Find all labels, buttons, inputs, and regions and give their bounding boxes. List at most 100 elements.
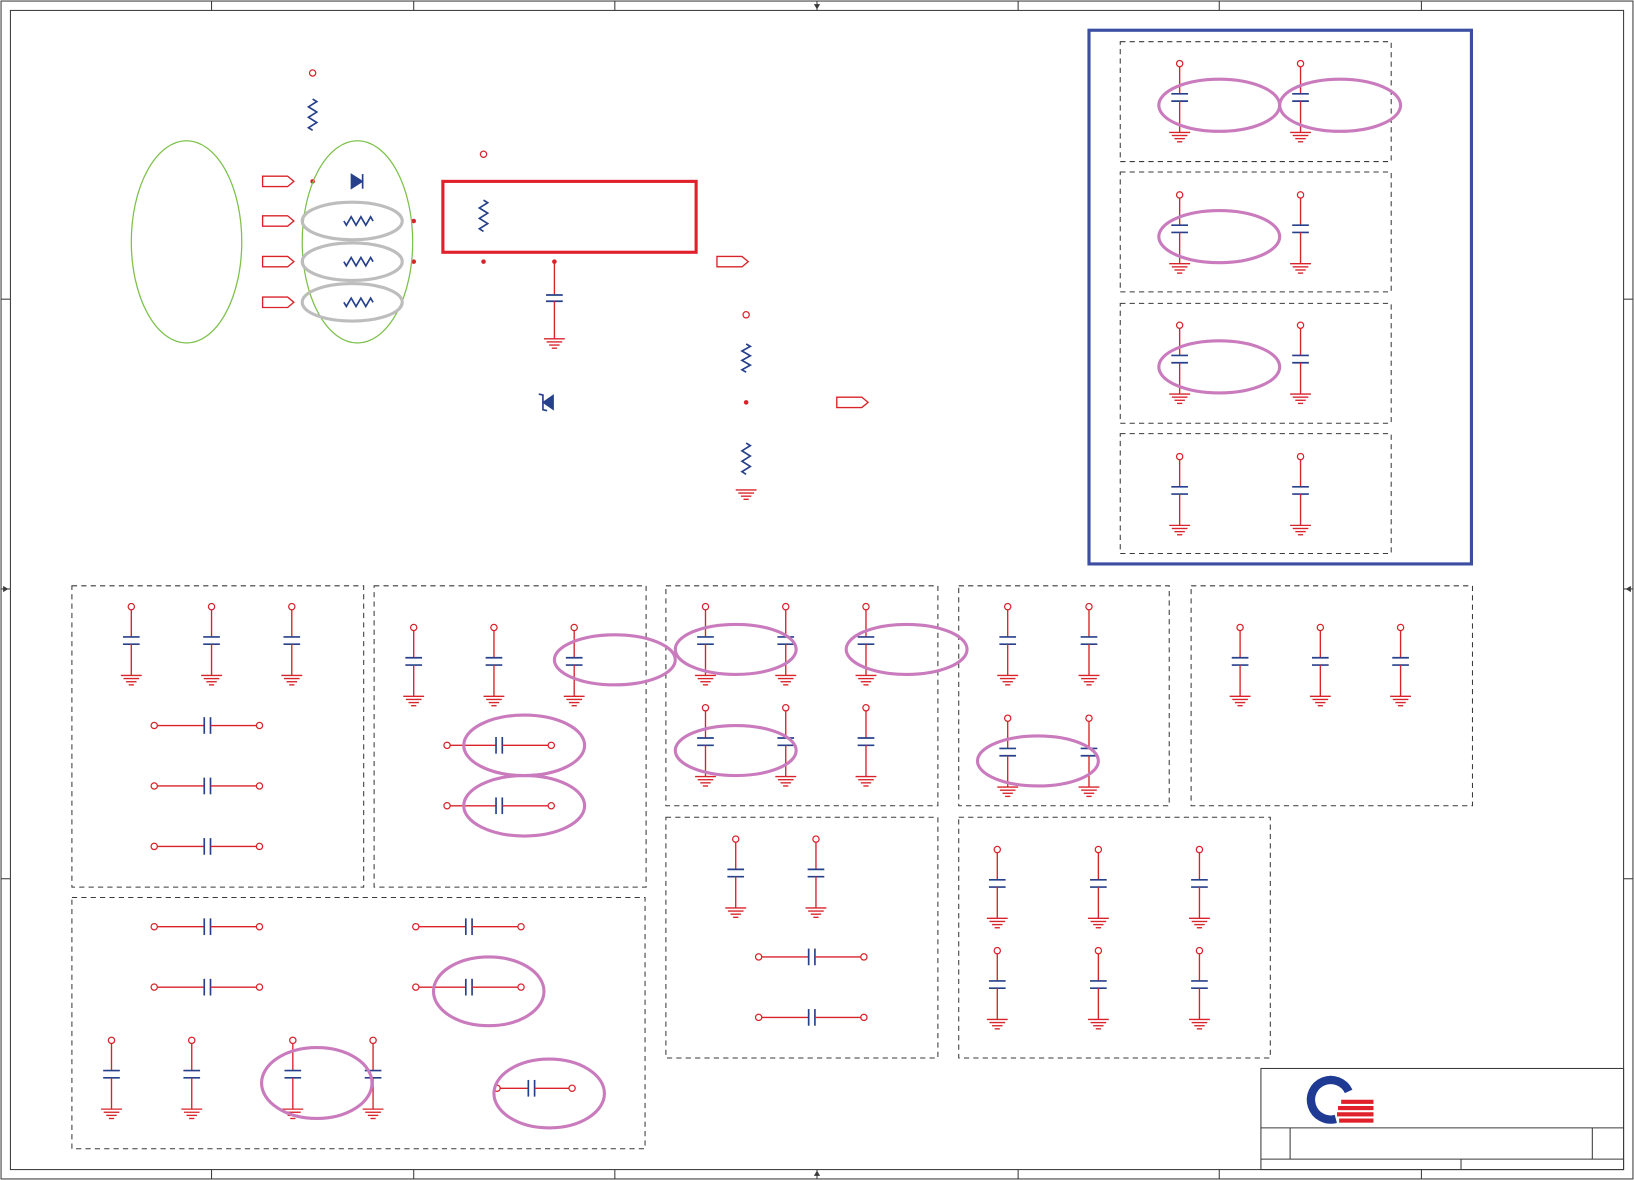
capacitor-icon <box>403 623 425 707</box>
highlight-ellipse-pink <box>1157 77 1282 133</box>
capacitor-icon <box>855 704 877 787</box>
junction-dot <box>552 259 557 264</box>
ground-icon <box>855 674 877 686</box>
ground-icon <box>997 786 1019 798</box>
section-box <box>958 816 1271 1059</box>
logo-stripe <box>1338 1105 1374 1111</box>
ground-icon <box>805 907 827 918</box>
power-node-icon <box>781 704 790 712</box>
ground-icon <box>1290 263 1311 274</box>
section-box <box>665 816 939 1059</box>
highlight-ellipse-green <box>130 140 243 344</box>
power-node-icon <box>1236 623 1244 632</box>
capacitor-icon <box>1290 191 1311 274</box>
ground-icon <box>775 674 797 686</box>
power-node-icon <box>1195 946 1204 955</box>
highlight-ellipse-pink <box>673 723 798 778</box>
section-box <box>71 585 365 888</box>
ground-icon <box>543 338 565 349</box>
power-node-icon <box>1396 623 1405 632</box>
diode-icon <box>350 173 364 190</box>
ground-icon <box>281 674 303 686</box>
highlight-ellipse-pink <box>975 734 1100 788</box>
power-node-icon <box>781 602 790 611</box>
ground-icon <box>1290 131 1311 143</box>
power-node-icon <box>993 845 1002 854</box>
diode-body <box>350 173 364 190</box>
capacitor-icon <box>725 835 747 918</box>
power-node-icon <box>289 1036 297 1045</box>
capacitor-icon <box>150 717 264 734</box>
capacitor-icon <box>412 918 525 936</box>
logo-stripe <box>1337 1112 1374 1117</box>
power-node-icon <box>1316 623 1325 632</box>
capacitor-icon <box>1290 59 1311 143</box>
power-node-icon <box>1085 714 1093 722</box>
resistor-icon <box>740 343 753 373</box>
power-node-icon <box>207 602 216 611</box>
center-arrow-right <box>1625 585 1631 593</box>
capacitor-icon <box>101 1036 122 1120</box>
capacitor-icon <box>775 602 797 686</box>
power-node-icon <box>127 602 136 611</box>
resistor-icon <box>306 98 319 132</box>
power-node-icon <box>255 983 264 991</box>
ground-icon <box>403 695 425 707</box>
junction-dot <box>481 259 486 264</box>
power-node-icon <box>812 835 820 843</box>
capacitor-icon <box>805 835 827 918</box>
schematic-sheet <box>0 0 1634 1180</box>
capacitor-icon <box>1290 452 1311 536</box>
highlight-ellipse-pink <box>673 622 798 676</box>
inner-border <box>9 9 1625 1171</box>
zener-diode-icon <box>538 393 554 412</box>
highlight-ellipse-pink <box>1278 77 1403 133</box>
highlight-ellipse-pink <box>1157 209 1282 265</box>
ground-icon <box>181 1108 203 1120</box>
ground-icon <box>1087 1018 1109 1030</box>
ground-icon <box>1169 131 1191 143</box>
highlight-ellipse-pink <box>431 955 546 1028</box>
resistor-icon <box>343 296 374 309</box>
power-node-icon <box>369 1036 377 1045</box>
power-node-icon <box>1296 452 1305 461</box>
ground-icon <box>101 1108 122 1120</box>
resistor-icon <box>477 199 490 233</box>
capacitor-icon <box>150 777 264 795</box>
capacitor-icon <box>1309 623 1331 707</box>
power-node-icon <box>1296 191 1305 199</box>
capacitor-icon <box>281 602 303 686</box>
power-node-icon <box>1094 946 1103 955</box>
power-node-icon <box>150 983 158 991</box>
capacitor-icon <box>1169 321 1191 405</box>
power-node-icon <box>1296 59 1305 68</box>
ground-icon <box>1290 393 1311 405</box>
capacitor-icon <box>1229 623 1251 707</box>
capacitor-banks <box>101 59 1411 1120</box>
ground-icon <box>695 674 716 686</box>
power-node-icon <box>412 983 420 991</box>
capacitor-icon <box>754 948 868 966</box>
power-node-icon <box>288 602 296 611</box>
capacitor-icon <box>1390 623 1411 707</box>
power-node-icon <box>701 602 710 611</box>
highlight-ellipse-pink <box>1157 339 1282 395</box>
center-arrow-top <box>813 4 821 10</box>
power-node-icon <box>517 922 525 931</box>
power-node-icon <box>490 623 498 632</box>
power-node-icon <box>731 835 740 843</box>
power-node-icon <box>1003 602 1012 611</box>
ground-icon <box>1078 674 1100 686</box>
power-node-icon <box>547 741 556 750</box>
ground-icon <box>483 695 505 707</box>
section-box <box>958 585 1170 807</box>
power-node-icon <box>150 922 158 931</box>
power-node-icon <box>187 1036 196 1045</box>
capacitor-icon <box>1087 845 1109 929</box>
ground-icon <box>735 489 757 500</box>
capacitor-icon <box>1189 845 1210 929</box>
ground-icon <box>1290 524 1311 536</box>
power-node-icon <box>1296 321 1305 329</box>
power-node-icon <box>862 602 870 611</box>
ground-icon <box>1169 393 1191 405</box>
